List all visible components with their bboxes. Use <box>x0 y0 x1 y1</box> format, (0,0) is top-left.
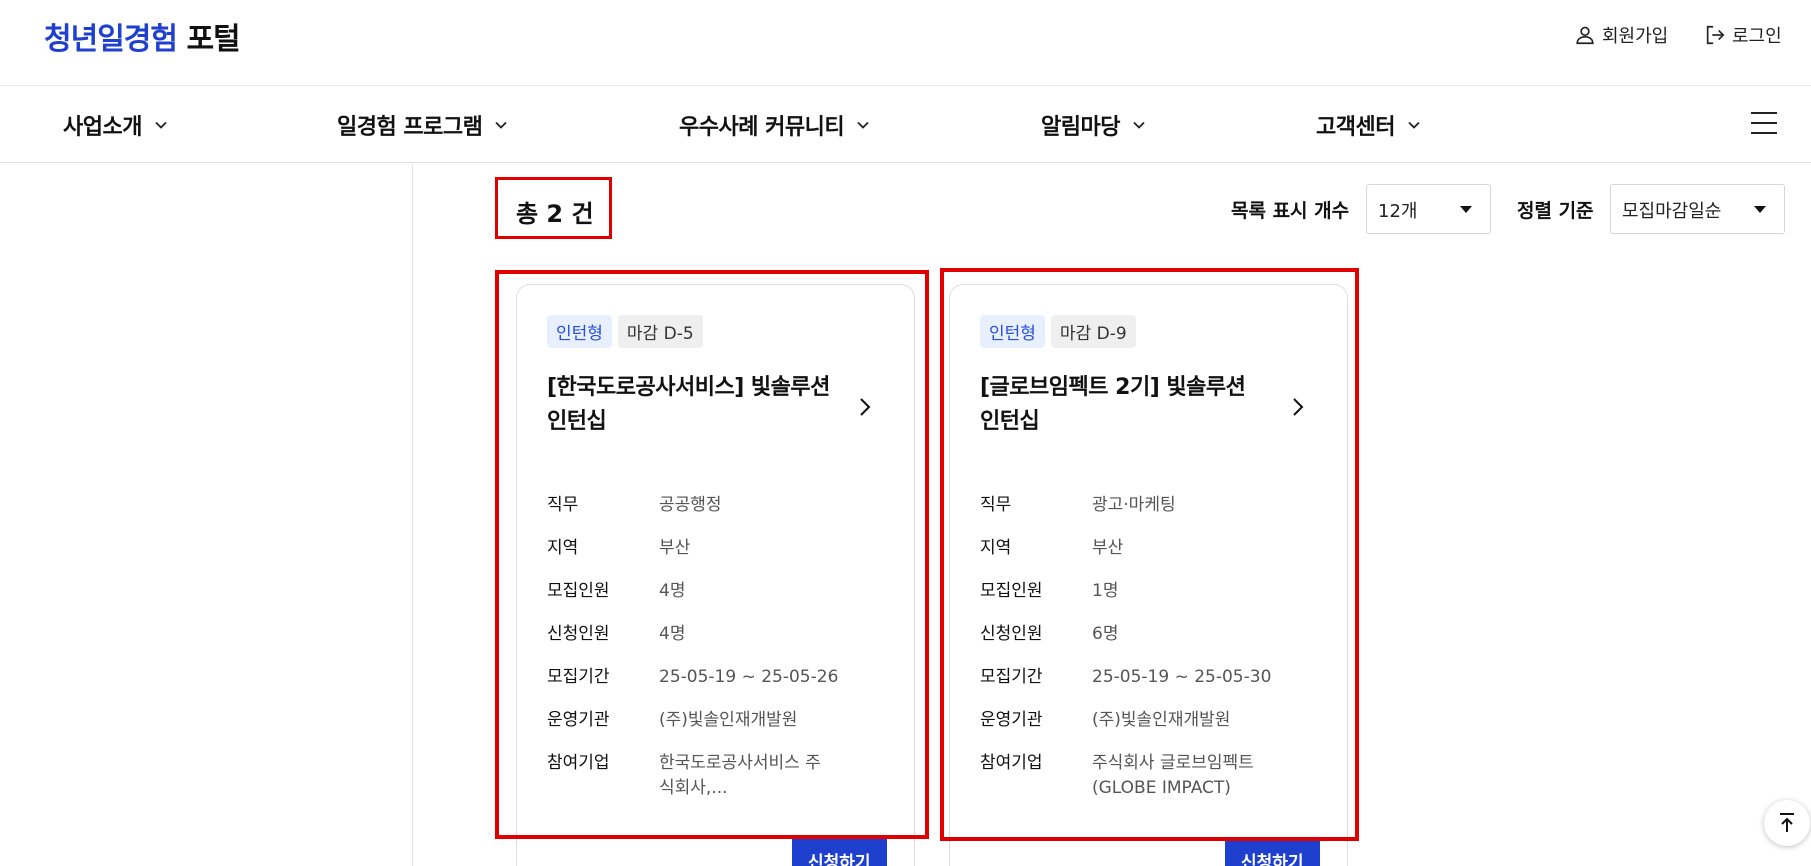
type-badge: 인턴형 <box>980 315 1045 348</box>
deadline-badge: 마감 D-5 <box>617 315 703 348</box>
info-key: 참여기업 <box>980 753 1043 773</box>
card-tags: 인턴형 마감 D-5 <box>547 315 703 348</box>
total-count: 총 2 건 <box>516 200 594 228</box>
caret-down-icon <box>1754 206 1766 213</box>
info-row-period: 모집기간 25-05-19 ~ 25-05-30 <box>980 665 1320 690</box>
card-tags: 인턴형 마감 D-9 <box>980 315 1136 348</box>
info-row-period: 모집기간 25-05-19 ~ 25-05-26 <box>547 665 887 690</box>
site-header: 청년일경험 포털 회원가입 로그인 <box>0 0 1811 86</box>
info-key: 신청인원 <box>980 624 1043 644</box>
info-row-company: 참여기업 주식회사 글로브임펙트 (GLOBE IMPACT) <box>980 751 1320 801</box>
chevron-down-icon <box>1408 121 1420 129</box>
info-row-applicants: 신청인원 6명 <box>980 622 1320 647</box>
sort-value: 모집마감일순 <box>1622 201 1722 222</box>
card-info-list: 직무 광고·마케팅 지역 부산 모집인원 1명 신청인원 6명 모집기간 25-05-19… <box>980 493 1320 819</box>
chevron-down-icon <box>1133 121 1145 129</box>
info-value: 6명 <box>1092 624 1119 644</box>
info-value: 광고·마케팅 <box>1092 495 1176 515</box>
info-row-job: 직무 공공행정 <box>547 493 887 518</box>
signup-label: 회원가입 <box>1602 26 1669 47</box>
info-value: 1명 <box>1092 581 1119 601</box>
nav-item-label: 고객센터 <box>1316 115 1395 140</box>
program-card[interactable]: 인턴형 마감 D-5 [한국도로공사서비스] 빛솔루션 인턴십 직무 공공행정 지… <box>516 284 915 866</box>
arrow-up-icon <box>1780 813 1794 832</box>
info-value: 4명 <box>659 581 686 601</box>
chevron-down-icon <box>155 121 167 129</box>
chevron-down-icon <box>857 121 869 129</box>
info-value: 한국도로공사서비스 주식회사,... <box>659 753 821 798</box>
info-value: 부산 <box>659 538 691 558</box>
page-size-value: 12개 <box>1378 201 1418 222</box>
info-row-operator: 운영기관 (주)빛솔인재개발원 <box>547 708 887 733</box>
nav-item-community[interactable]: 우수사례 커뮤니티 <box>679 109 870 141</box>
nav-item-label: 사업소개 <box>63 115 142 140</box>
nav-item-program[interactable]: 일경험 프로그램 <box>337 109 508 141</box>
info-value: 공공행정 <box>659 495 722 515</box>
login-icon <box>1706 25 1725 45</box>
nav-item-label: 알림마당 <box>1041 115 1120 140</box>
info-row-job: 직무 광고·마케팅 <box>980 493 1320 518</box>
info-key: 모집기간 <box>980 667 1043 687</box>
total-count-highlight: 총 2 건 <box>495 177 612 239</box>
signup-link[interactable]: 회원가입 <box>1574 22 1668 48</box>
info-value: 부산 <box>1092 538 1124 558</box>
info-key: 신청인원 <box>547 624 610 644</box>
info-key: 지역 <box>980 538 1012 558</box>
nav-item-label: 우수사례 커뮤니티 <box>679 115 845 140</box>
info-key: 직무 <box>547 495 579 515</box>
info-row-company: 참여기업 한국도로공사서비스 주식회사,... <box>547 751 887 801</box>
info-row-applicants: 신청인원 4명 <box>547 622 887 647</box>
apply-button[interactable]: 신청하기 <box>1225 839 1320 866</box>
site-logo[interactable]: 청년일경험 포털 <box>44 14 241 58</box>
info-key: 지역 <box>547 538 579 558</box>
card-title[interactable]: [글로브임펙트 2기] 빛솔루션 인턴십 <box>980 371 1270 439</box>
main-nav: 사업소개 일경험 프로그램 우수사례 커뮤니티 알림마당 고객센터 <box>0 86 1811 163</box>
info-key: 직무 <box>980 495 1012 515</box>
logo-sub-text: 포털 <box>186 22 240 57</box>
page-size-select[interactable]: 12개 <box>1366 184 1491 234</box>
chevron-down-icon <box>495 121 507 129</box>
logo-main-text: 청년일경험 <box>44 22 178 57</box>
info-row-recruit: 모집인원 4명 <box>547 579 887 604</box>
sidebar-divider <box>412 164 413 866</box>
sort-label: 정렬 기준 <box>1517 200 1594 222</box>
nav-item-notice[interactable]: 알림마당 <box>1041 109 1146 141</box>
nav-item-business[interactable]: 사업소개 <box>63 109 168 141</box>
info-row-region: 지역 부산 <box>980 536 1320 561</box>
info-value: 25-05-19 ~ 25-05-30 <box>1092 667 1272 687</box>
card-title[interactable]: [한국도로공사서비스] 빛솔루션 인턴십 <box>547 371 837 439</box>
info-key: 운영기관 <box>547 710 610 730</box>
info-key: 참여기업 <box>547 753 610 773</box>
info-key: 운영기관 <box>980 710 1043 730</box>
info-value: (주)빛솔인재개발원 <box>1092 710 1231 730</box>
chevron-right-icon[interactable] <box>1288 395 1308 419</box>
card-info-list: 직무 공공행정 지역 부산 모집인원 4명 신청인원 4명 모집기간 25-05-19 ~… <box>547 493 887 819</box>
hamburger-icon[interactable] <box>1751 112 1777 134</box>
info-row-region: 지역 부산 <box>547 536 887 561</box>
page-size-label: 목록 표시 개수 <box>1231 200 1350 222</box>
deadline-badge: 마감 D-9 <box>1050 315 1136 348</box>
info-value: 4명 <box>659 624 686 644</box>
info-value: 주식회사 글로브임펙트 (GLOBE IMPACT) <box>1092 753 1254 798</box>
info-key: 모집기간 <box>547 667 610 687</box>
sort-select[interactable]: 모집마감일순 <box>1610 184 1785 234</box>
apply-button[interactable]: 신청하기 <box>792 839 887 866</box>
program-card[interactable]: 인턴형 마감 D-9 [글로브임펙트 2기] 빛솔루션 인턴십 직무 광고·마케팅… <box>949 284 1348 866</box>
chevron-right-icon[interactable] <box>855 395 875 419</box>
nav-item-support[interactable]: 고객센터 <box>1316 109 1421 141</box>
info-row-operator: 운영기관 (주)빛솔인재개발원 <box>980 708 1320 733</box>
info-value: (주)빛솔인재개발원 <box>659 710 798 730</box>
login-link[interactable]: 로그인 <box>1704 22 1782 48</box>
info-key: 모집인원 <box>547 581 610 601</box>
info-key: 모집인원 <box>980 581 1043 601</box>
caret-down-icon <box>1460 206 1472 213</box>
type-badge: 인턴형 <box>547 315 612 348</box>
nav-item-label: 일경험 프로그램 <box>337 115 483 140</box>
info-row-recruit: 모집인원 1명 <box>980 579 1320 604</box>
person-icon <box>1576 26 1594 45</box>
login-label: 로그인 <box>1732 26 1782 47</box>
info-value: 25-05-19 ~ 25-05-26 <box>659 667 839 687</box>
scroll-top-button[interactable] <box>1764 800 1810 846</box>
